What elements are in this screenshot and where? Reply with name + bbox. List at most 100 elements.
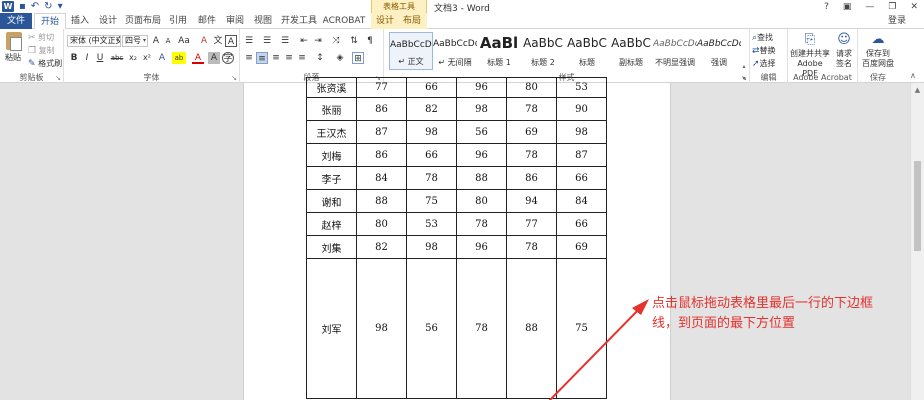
score-cell[interactable]: 82 — [356, 235, 407, 259]
align-left-icon[interactable]: ≡ — [243, 52, 255, 64]
score-cell[interactable]: 87 — [556, 143, 607, 167]
tab-home[interactable]: 开始 — [34, 13, 66, 30]
score-cell[interactable]: 88 — [506, 258, 557, 399]
text-effects-button[interactable]: A — [156, 52, 168, 64]
borders-icon[interactable]: ⊞ — [352, 52, 364, 64]
score-cell[interactable]: 94 — [506, 189, 557, 213]
score-cell[interactable]: 96 — [456, 235, 507, 259]
character-border-button[interactable]: A — [225, 35, 237, 47]
score-cell[interactable]: 80 — [506, 77, 557, 98]
tab-acrobat[interactable]: ACROBAT — [322, 13, 366, 29]
score-cell[interactable]: 98 — [406, 120, 457, 144]
table-row[interactable]: 刘梅 86 66 96 78 87 — [306, 143, 607, 167]
score-cell[interactable]: 66 — [406, 143, 457, 167]
score-cell[interactable]: 86 — [356, 97, 407, 121]
collapse-ribbon-icon[interactable]: ∧ — [910, 71, 916, 80]
table-row[interactable]: 赵梓 80 53 78 77 66 — [306, 212, 607, 236]
tab-file[interactable]: 文件 — [0, 13, 32, 29]
undo-icon[interactable]: ↶ — [31, 0, 39, 13]
score-cell[interactable]: 69 — [506, 120, 557, 144]
score-cell[interactable]: 53 — [406, 212, 457, 236]
decrease-indent-icon[interactable]: ⇤ — [298, 35, 310, 47]
close-button[interactable]: ✕ — [910, 2, 918, 12]
score-cell[interactable]: 96 — [456, 77, 507, 98]
score-cell[interactable]: 80 — [456, 189, 507, 213]
tab-references[interactable]: 引用 — [166, 13, 190, 29]
help-icon[interactable]: ? — [824, 2, 829, 12]
distribute-icon[interactable]: ≡ — [296, 52, 308, 64]
score-cell[interactable]: 78 — [506, 97, 557, 121]
score-cell[interactable]: 98 — [406, 235, 457, 259]
name-cell[interactable]: 王汉杰 — [306, 120, 357, 144]
enclose-character-button[interactable]: 字 — [222, 52, 234, 64]
numbering-icon[interactable]: ☰ — [261, 35, 273, 47]
score-cell[interactable]: 56 — [456, 120, 507, 144]
style-subtle-emphasis[interactable]: AaBbCcDd 不明显强调 — [653, 32, 697, 70]
table-row[interactable]: 谢和 88 75 80 94 84 — [306, 189, 607, 213]
save-to-baidu-button[interactable]: ☁ 保存到 百度网盘 — [860, 33, 896, 69]
align-right-icon[interactable]: ≡ — [270, 52, 282, 64]
format-painter-button[interactable]: ✎ 格式刷 — [28, 58, 62, 69]
name-cell[interactable]: 刘梅 — [306, 143, 357, 167]
superscript-button[interactable]: x² — [141, 52, 153, 64]
word-app-icon[interactable]: W — [2, 1, 14, 12]
copy-button[interactable]: ❐ 复制 — [28, 45, 55, 56]
request-signature-button[interactable]: ☺ 请求 签名 — [832, 33, 856, 69]
line-spacing-icon[interactable]: ↕ — [314, 52, 326, 64]
style-emphasis[interactable]: AaBbCcDd 强调 — [697, 32, 741, 70]
score-cell[interactable]: 78 — [406, 166, 457, 190]
bullets-icon[interactable]: ☰ — [243, 35, 255, 47]
increase-indent-icon[interactable]: ⇥ — [312, 35, 324, 47]
underline-button[interactable]: U — [94, 52, 106, 64]
score-cell[interactable]: 78 — [456, 258, 507, 399]
ribbon-options-icon[interactable]: ▣ — [843, 2, 852, 12]
score-cell[interactable]: 86 — [506, 166, 557, 190]
paste-icon[interactable] — [6, 32, 22, 51]
score-cell[interactable]: 78 — [506, 235, 557, 259]
grow-font-button[interactable]: A — [150, 35, 162, 47]
shrink-font-button[interactable]: A — [162, 35, 174, 47]
score-cell[interactable]: 87 — [356, 120, 407, 144]
score-cell[interactable]: 53 — [556, 77, 607, 98]
name-cell[interactable]: 李子 — [306, 166, 357, 190]
find-button[interactable]: ⌕查找 — [752, 32, 773, 43]
vertical-scrollbar[interactable]: ▲ — [910, 83, 924, 400]
score-cell[interactable]: 77 — [506, 212, 557, 236]
multilevel-list-icon[interactable]: ☰ — [279, 35, 291, 47]
tab-insert[interactable]: 插入 — [68, 13, 92, 29]
restore-button[interactable]: ❐ — [888, 2, 896, 12]
bold-button[interactable]: B — [68, 52, 80, 64]
tab-table-layout[interactable]: 布局 — [400, 13, 424, 29]
score-cell[interactable]: 56 — [406, 258, 457, 399]
align-center-icon[interactable]: ≡ — [256, 52, 268, 64]
score-cell[interactable]: 88 — [356, 189, 407, 213]
chinese-layout-icon[interactable]: ⤨ — [330, 35, 342, 47]
name-cell[interactable]: 张资溪 — [306, 77, 357, 98]
score-cell[interactable]: 98 — [456, 97, 507, 121]
font-color-button[interactable]: A — [192, 52, 204, 64]
name-cell[interactable]: 赵梓 — [306, 212, 357, 236]
score-cell[interactable]: 69 — [556, 235, 607, 259]
redo-icon[interactable]: ↻ — [44, 0, 52, 13]
style-heading-1[interactable]: AaBl 标题 1 — [477, 32, 521, 70]
sign-in-link[interactable]: 登录 — [888, 13, 906, 29]
shading-icon[interactable]: ◈ — [334, 52, 346, 64]
name-cell[interactable]: 张丽 — [306, 97, 357, 121]
save-icon[interactable]: ▪ — [19, 0, 26, 13]
tab-table-design[interactable]: 设计 — [373, 13, 397, 29]
score-cell[interactable]: 66 — [556, 212, 607, 236]
score-cell[interactable]: 84 — [556, 189, 607, 213]
score-cell[interactable]: 84 — [356, 166, 407, 190]
phonetic-guide-button[interactable]: 文 — [212, 35, 224, 47]
tab-review[interactable]: 审阅 — [223, 13, 247, 29]
score-cell[interactable]: 98 — [556, 120, 607, 144]
score-cell[interactable]: 98 — [356, 258, 407, 399]
sort-icon[interactable]: ⇅ — [348, 35, 360, 47]
score-cell[interactable]: 96 — [456, 143, 507, 167]
score-cell[interactable]: 86 — [356, 143, 407, 167]
style-no-spacing[interactable]: AaBbCcDd ↵ 无间隔 — [433, 32, 477, 70]
replace-button[interactable]: ⇄替换 — [752, 45, 776, 56]
scroll-up-icon[interactable]: ▲ — [911, 86, 924, 94]
style-title[interactable]: AaBbC 标题 — [565, 32, 609, 70]
clear-format-button[interactable]: A — [198, 35, 210, 47]
